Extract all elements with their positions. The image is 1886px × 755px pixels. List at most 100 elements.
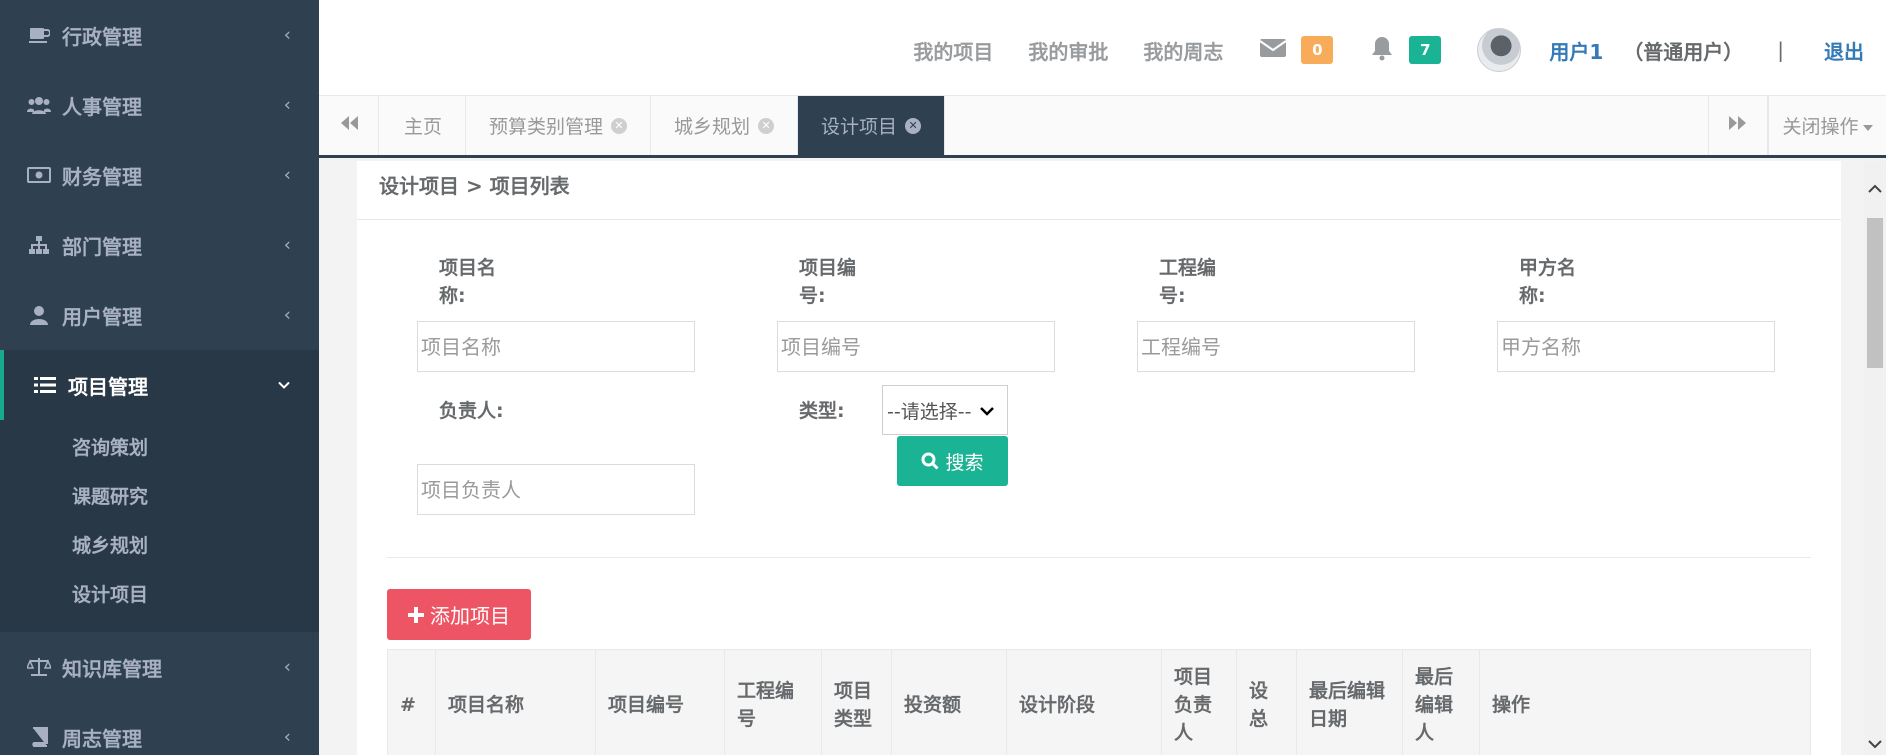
- chevron-left-icon: ‹: [283, 94, 291, 116]
- tab-label: 预算类别管理: [489, 116, 604, 138]
- tab-design-projects[interactable]: 设计项目 ✕: [798, 96, 946, 155]
- column-header-project-type[interactable]: 项目类型: [821, 649, 892, 755]
- owner-label: 负责人:: [439, 400, 504, 422]
- chevron-left-icon: ‹: [283, 234, 291, 256]
- search-button[interactable]: 搜索: [897, 436, 1008, 486]
- tab-bar: 主页 预算类别管理 ✕ 城乡规划 ✕ 设计项目 ✕ 关闭操作: [319, 96, 1886, 158]
- users-icon: [26, 95, 52, 115]
- my-projects-link[interactable]: 我的项目: [913, 36, 993, 65]
- submenu-item-consulting[interactable]: 咨询策划: [0, 422, 319, 471]
- sidebar-item-label: 人事管理: [62, 94, 142, 119]
- messages-button[interactable]: 0: [1259, 36, 1334, 64]
- close-tab-icon[interactable]: ✕: [611, 117, 628, 134]
- plus-icon: [408, 606, 424, 623]
- column-header-project-name[interactable]: 项目名称: [435, 649, 596, 755]
- tab-urban-planning[interactable]: 城乡规划 ✕: [651, 96, 799, 155]
- table-header-row: # 项目名称 项目编号 工程编号 项目类型 投资额 设计阶段 项目负责人 设总 …: [387, 649, 1811, 755]
- sidebar-item-dept[interactable]: 部门管理 ‹: [0, 210, 319, 280]
- scroll-up-icon[interactable]: [1864, 179, 1886, 198]
- sidebar-item-knowledge[interactable]: 知识库管理 ‹: [0, 632, 319, 702]
- column-header-actions: 操作: [1479, 649, 1811, 755]
- search-icon: [921, 452, 940, 470]
- top-header: 我的项目 我的审批 我的周志 0 7 用户1 （普通用户） | 退出: [319, 0, 1886, 96]
- forward-icon: [1728, 115, 1748, 136]
- sidebar-item-label: 财务管理: [62, 164, 142, 189]
- sidebar-item-label: 用户管理: [62, 304, 142, 329]
- chevron-left-icon: ‹: [283, 726, 291, 748]
- content-scrollbar[interactable]: [1864, 161, 1886, 755]
- submenu-item-research[interactable]: 课题研究: [0, 471, 319, 520]
- column-header-chief-designer[interactable]: 设总: [1236, 649, 1297, 755]
- type-select[interactable]: --请选择--: [882, 385, 1008, 435]
- column-header-index[interactable]: #: [387, 649, 436, 755]
- column-header-design-stage[interactable]: 设计阶段: [1006, 649, 1162, 755]
- scroll-down-icon[interactable]: [1864, 734, 1886, 753]
- coffee-icon: [26, 25, 52, 45]
- type-selected-value: --请选择--: [887, 400, 972, 423]
- client-name-label: 甲方名称:: [1519, 257, 1577, 307]
- sidebar-item-weekly[interactable]: 周志管理 ‹: [0, 702, 319, 755]
- submenu-item-urban-planning[interactable]: 城乡规划: [0, 520, 319, 569]
- search-button-label: 搜索: [945, 451, 984, 474]
- caret-down-icon: [1862, 115, 1873, 137]
- notifications-button[interactable]: 7: [1369, 35, 1442, 66]
- close-operations-dropdown[interactable]: 关闭操作: [1768, 96, 1886, 155]
- user-name[interactable]: 用户1: [1549, 36, 1603, 65]
- sidebar-item-label: 部门管理: [62, 234, 142, 259]
- chevron-left-icon: ‹: [283, 24, 291, 46]
- project-code-input[interactable]: [777, 321, 1055, 372]
- tab-label: 设计项目: [821, 116, 898, 138]
- column-header-engineering-code[interactable]: 工程编号: [724, 649, 822, 755]
- tabs-scroll-right-button[interactable]: [1708, 96, 1768, 155]
- engineering-code-input[interactable]: [1137, 321, 1415, 372]
- avatar[interactable]: [1477, 28, 1522, 72]
- main-content: 设计项目 > 项目列表 项目名称: 项目编号: 工程编号: 甲方名称: 负责人:…: [357, 161, 1841, 755]
- chevron-left-icon: ‹: [283, 304, 291, 326]
- my-approvals-link[interactable]: 我的审批: [1028, 36, 1108, 65]
- tabs-scroll-left-button[interactable]: [319, 96, 379, 155]
- sidebar-item-label: 知识库管理: [62, 656, 162, 681]
- user-icon: [26, 305, 52, 325]
- sidebar-item-projects[interactable]: 项目管理: [0, 350, 319, 420]
- tab-label: 主页: [404, 116, 443, 138]
- envelope-icon: [1259, 37, 1287, 64]
- bell-icon: [1369, 35, 1395, 66]
- column-header-last-edit-date[interactable]: 最后编辑日期: [1296, 649, 1403, 755]
- client-name-input[interactable]: [1497, 321, 1775, 372]
- book-icon: [26, 727, 52, 747]
- balance-scale-icon: [26, 657, 52, 677]
- column-header-investment[interactable]: 投资额: [891, 649, 1007, 755]
- notifications-count-badge: 7: [1409, 36, 1442, 64]
- tab-home[interactable]: 主页: [381, 96, 467, 155]
- close-tab-icon[interactable]: ✕: [905, 117, 922, 134]
- sidebar-item-hr[interactable]: 人事管理 ‹: [0, 70, 319, 140]
- scrollbar-thumb[interactable]: [1867, 218, 1883, 368]
- submenu-item-design-projects[interactable]: 设计项目: [0, 569, 319, 618]
- column-header-last-editor[interactable]: 最后编辑人: [1402, 649, 1480, 755]
- project-name-input[interactable]: [417, 321, 695, 372]
- column-header-project-owner[interactable]: 项目负责人: [1161, 649, 1237, 755]
- sidebar-item-finance[interactable]: 财务管理 ‹: [0, 140, 319, 210]
- backward-icon: [339, 115, 359, 136]
- logout-link[interactable]: 退出: [1824, 36, 1864, 65]
- sidebar-item-label: 项目管理: [68, 374, 148, 399]
- sidebar: 行政管理 ‹ 人事管理 ‹ 财务管理 ‹ 部门管理 ‹ 用户管理 ‹ 项目管理: [0, 0, 319, 755]
- sidebar-item-admin[interactable]: 行政管理 ‹: [0, 0, 319, 70]
- column-header-project-code[interactable]: 项目编号: [595, 649, 725, 755]
- owner-input[interactable]: [417, 464, 695, 515]
- add-project-button[interactable]: 添加项目: [387, 589, 531, 640]
- tab-budget-category[interactable]: 预算类别管理 ✕: [466, 96, 652, 155]
- close-tab-icon[interactable]: ✕: [758, 117, 775, 134]
- sidebar-item-users[interactable]: 用户管理 ‹: [0, 280, 319, 350]
- add-project-label: 添加项目: [430, 604, 510, 628]
- chevron-left-icon: ‹: [283, 164, 291, 186]
- sidebar-item-label: 行政管理: [62, 24, 142, 49]
- divider: |: [1777, 38, 1784, 62]
- chevron-down-icon: [277, 375, 291, 396]
- chevron-left-icon: ‹: [283, 656, 291, 678]
- money-icon: [26, 166, 52, 184]
- projects-table: # 项目名称 项目编号 工程编号 项目类型 投资额 设计阶段 项目负责人 设总 …: [387, 649, 1811, 755]
- engineering-code-label: 工程编号:: [1159, 257, 1217, 307]
- sitemap-icon: [26, 235, 52, 255]
- my-weekly-link[interactable]: 我的周志: [1143, 36, 1223, 65]
